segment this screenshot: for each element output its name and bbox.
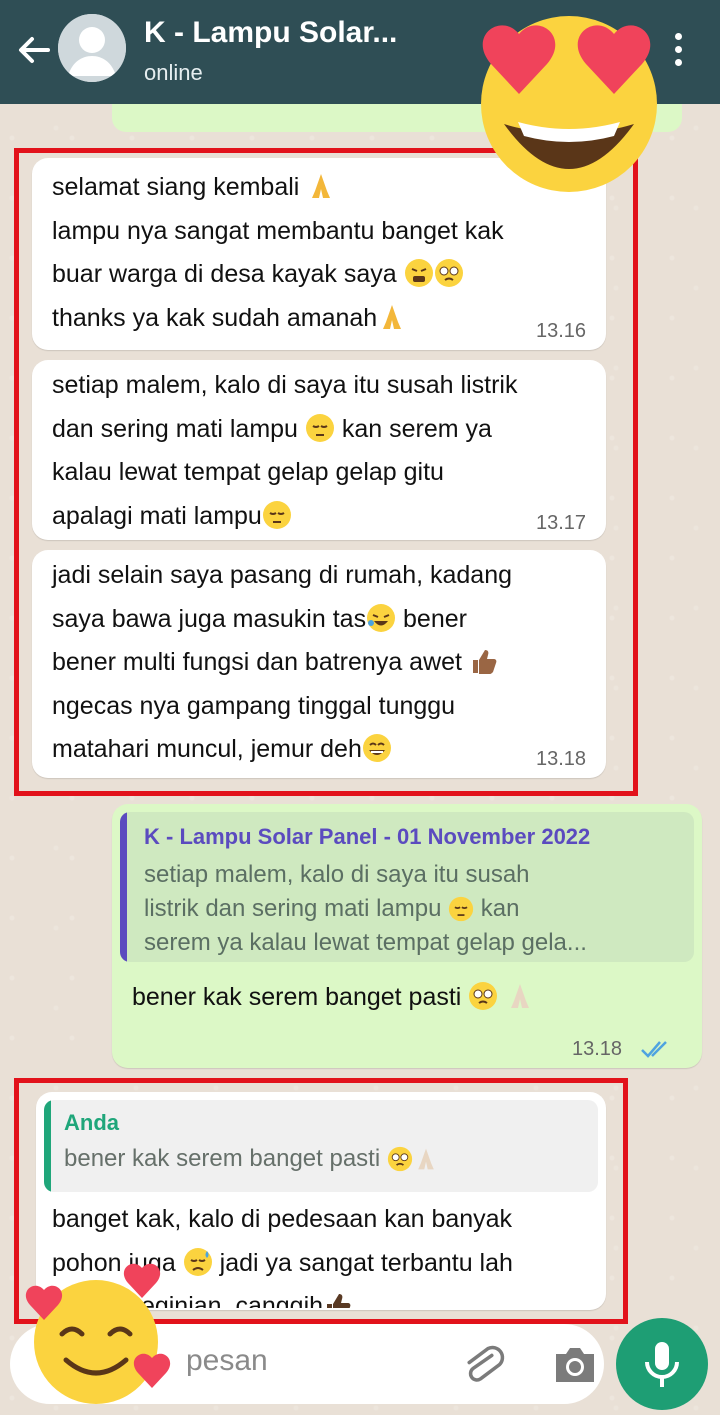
message-text: jadi selain saya pasang di rumah, kadang…	[52, 561, 513, 763]
folded-hands-icon	[312, 174, 331, 198]
back-arrow-icon[interactable]	[14, 30, 54, 70]
quote-text: setiap malem, kalo di saya itu susah list…	[144, 861, 587, 956]
paperclip-icon[interactable]	[458, 1340, 508, 1390]
camera-icon[interactable]	[550, 1342, 600, 1388]
avatar[interactable]	[58, 14, 126, 82]
sad-sweat-face-icon	[183, 1247, 212, 1276]
message-time: 13.18	[536, 748, 587, 770]
quote-text: bener kak serem banget pasti	[64, 1142, 439, 1176]
pensive-face-icon	[305, 413, 334, 442]
thumbs-up-icon	[472, 650, 497, 674]
message-text: selamat siang kembali lampu nya sangat m…	[52, 173, 504, 332]
message-input[interactable]: pesan	[186, 1344, 268, 1378]
message-time: 13.16	[536, 320, 587, 342]
quoted-message[interactable]: Anda bener kak serem banget pasti	[44, 1100, 598, 1192]
message-text: setiap malem, kalo di saya itu susah lis…	[52, 371, 518, 530]
quote-author: Anda	[64, 1110, 119, 1135]
message-time: 13.18	[572, 1038, 623, 1060]
message-text: bener kak serem banget pasti	[132, 976, 535, 1020]
mic-button[interactable]	[616, 1318, 708, 1410]
heart-eyes-emoji	[481, 16, 657, 192]
grinning-sweat-icon	[362, 734, 391, 762]
double-check-icon	[641, 1041, 667, 1058]
message-bubble-incoming[interactable]: jadi selain saya pasang di rumah, kadang…	[32, 550, 606, 778]
pensive-face-icon	[262, 500, 291, 529]
mic-icon	[645, 1342, 679, 1387]
folded-hands-icon	[511, 984, 530, 1008]
pleading-face-icon	[387, 1146, 412, 1172]
contact-name[interactable]: K - Lampu Solar...	[144, 16, 397, 50]
menu-dots-icon[interactable]	[668, 30, 688, 74]
quote-author: K - Lampu Solar Panel - 01 November 2022	[144, 824, 591, 849]
folded-hands-icon	[418, 1148, 434, 1170]
quoted-message[interactable]: K - Lampu Solar Panel - 01 November 2022…	[120, 812, 694, 962]
folded-hands-icon	[383, 304, 402, 329]
pleading-face-icon	[469, 982, 498, 1010]
message-bubble-outgoing[interactable]: K - Lampu Solar Panel - 01 November 2022…	[112, 804, 702, 1068]
contact-status: online	[144, 60, 203, 85]
message-bubble-incoming[interactable]: setiap malem, kalo di saya itu susah lis…	[32, 360, 606, 540]
smiling-hearts-emoji	[25, 1263, 171, 1404]
pleading-face-icon	[434, 259, 463, 287]
avatar-icon	[58, 14, 126, 82]
thumbs-up-icon	[327, 1294, 351, 1308]
quote-accent-bar	[44, 1100, 51, 1192]
pensive-face-icon	[448, 896, 474, 922]
laughing-face-icon	[367, 603, 396, 632]
tired-face-icon	[404, 259, 433, 287]
message-time: 13.17	[536, 512, 587, 534]
quote-accent-bar	[120, 812, 127, 962]
